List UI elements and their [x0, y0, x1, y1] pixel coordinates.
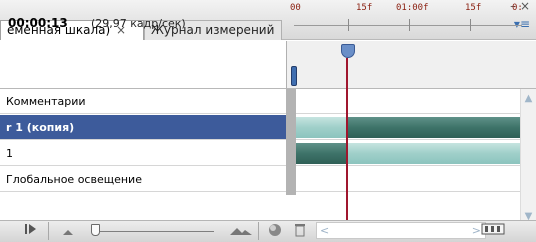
layers-empty-area — [0, 193, 286, 220]
ruler-label-start: 00 — [290, 3, 301, 13]
vertical-scrollbar[interactable]: ▲ ▼ — [520, 89, 536, 229]
track-bar-dark[interactable] — [296, 143, 348, 164]
toolbar-divider — [258, 222, 259, 240]
current-timecode[interactable]: 00:00:13 — [8, 16, 68, 30]
ruler-line — [294, 25, 522, 26]
track-bar-light[interactable] — [347, 143, 520, 164]
ruler-tick — [470, 19, 471, 31]
track-comments[interactable] — [296, 89, 520, 114]
scroll-left-icon[interactable]: < — [320, 224, 329, 237]
layer-row-comments[interactable]: Комментарии — [0, 89, 286, 114]
zoom-slider-track[interactable] — [96, 231, 214, 232]
work-area-start-handle[interactable] — [291, 66, 297, 86]
layer-name: 1 — [6, 147, 13, 160]
ruler-label-15f: 15f — [356, 3, 373, 13]
timecode-header — [0, 41, 286, 89]
track-layer-1[interactable] — [296, 141, 520, 166]
layer-name: Глобальное освещение — [6, 173, 142, 186]
toolbar-divider — [48, 222, 49, 240]
panel-menu-icon[interactable]: ▾≡ — [506, 18, 530, 30]
ruler-tick — [348, 19, 349, 31]
layer-name: Комментарии — [6, 95, 86, 108]
scroll-up-icon[interactable]: ▲ — [523, 93, 534, 104]
layer-name: r 1 (копия) — [6, 121, 75, 134]
ruler-tick — [409, 19, 410, 31]
track-bar-dark[interactable] — [347, 117, 520, 138]
onion-skin-icon[interactable] — [266, 223, 284, 239]
track-global-light[interactable] — [296, 167, 520, 192]
layer-row-selected[interactable]: r 1 (копия) — [0, 115, 286, 140]
zoom-out-mountain-icon[interactable] — [60, 225, 76, 241]
ruler-label-next: 0: — [512, 3, 523, 13]
track-bar-light[interactable] — [296, 117, 348, 138]
ruler-label-1s: 01:00f — [396, 3, 429, 13]
track-selected[interactable] — [296, 115, 520, 140]
horizontal-scrollbar[interactable]: < > — [316, 222, 486, 239]
zoom-in-mountain-icon[interactable] — [228, 225, 254, 241]
layer-row-1[interactable]: 1 — [0, 141, 286, 166]
time-ruler[interactable] — [286, 41, 536, 89]
trash-icon[interactable] — [292, 223, 308, 239]
frame-rate-label: (29,97 кадр/сек) — [91, 17, 186, 30]
layer-row-global-light[interactable]: Глобальное освещение — [0, 167, 286, 192]
layer-gutter — [286, 89, 296, 195]
ruler-label-15f-2: 15f — [465, 3, 482, 13]
playhead-handle[interactable] — [341, 44, 355, 58]
zoom-slider-thumb[interactable] — [91, 224, 100, 236]
frames-icon[interactable] — [480, 223, 506, 239]
play-icon[interactable] — [20, 223, 42, 239]
playhead-line — [346, 58, 348, 220]
